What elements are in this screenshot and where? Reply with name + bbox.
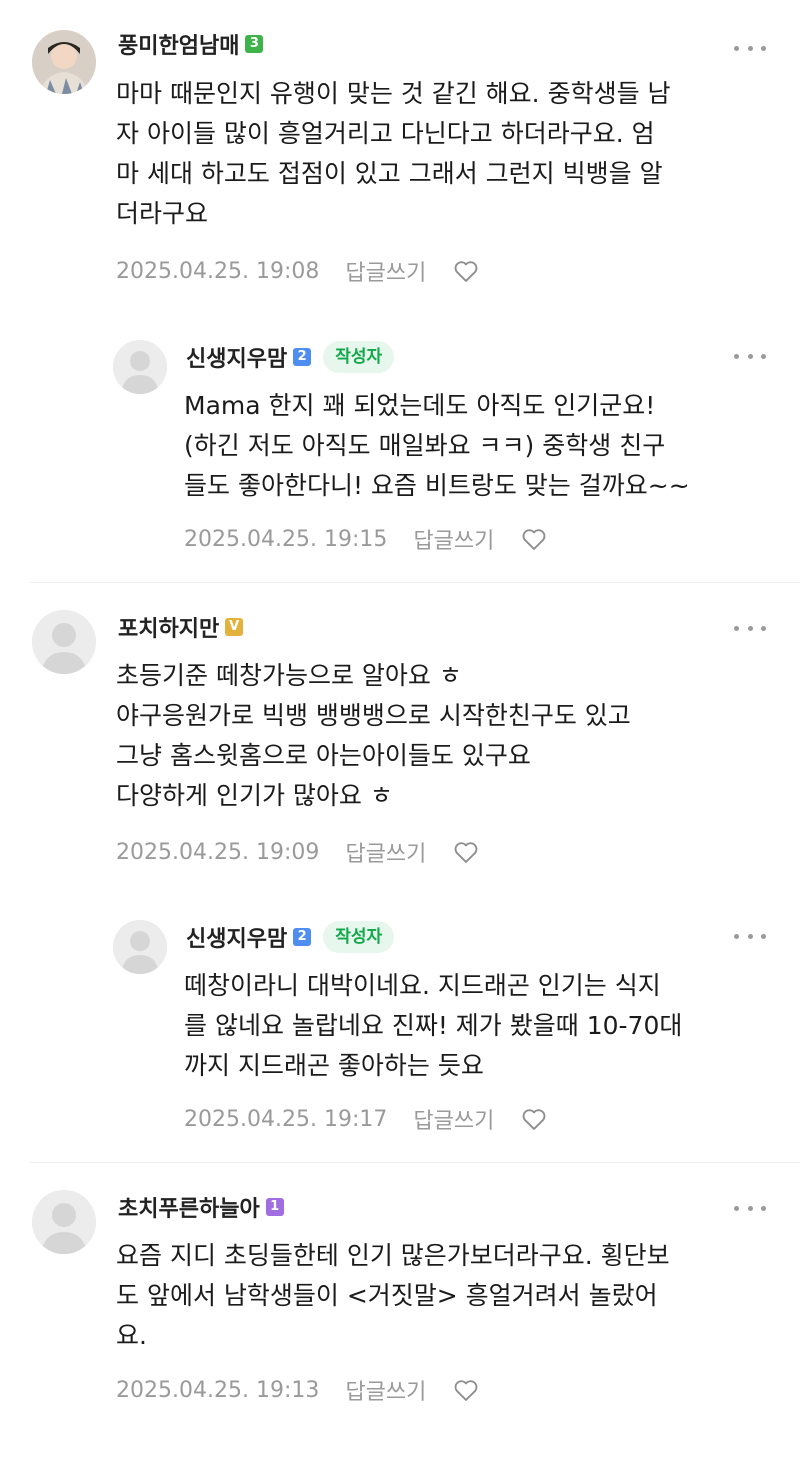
avatar[interactable] [32,1190,96,1254]
nickname[interactable]: 신생지우맘 2 작성자 [186,921,395,953]
like-heart-icon[interactable] [452,257,480,285]
comment-date: 2025.04.25. 19:13 [116,1377,320,1403]
comment-text: 떼창이라니 대박이네요. 지드래곤 인기는 식지 를 않네요 놀랍네요 진짜! … [184,971,683,1080]
comment-meta: 2025.04.25. 19:15 답글쓰기 [184,522,548,556]
comment-date: 2025.04.25. 19:15 [184,526,388,552]
comment-meta: 2025.04.25. 19:08 답글쓰기 [116,254,480,288]
nickname[interactable]: 풍미한엄남매 3 [118,29,264,59]
member-level-badge: 1 [265,1198,284,1216]
reply-button[interactable]: 답글쓰기 [413,523,494,555]
comment-meta: 2025.04.25. 19:13 답글쓰기 [116,1373,480,1407]
member-level-badge: 2 [293,348,312,366]
more-options-icon[interactable] [734,38,766,58]
divider [30,1162,800,1163]
comment-date: 2025.04.25. 19:17 [184,1106,388,1132]
author-badge: 작성자 [323,341,395,373]
comment-meta: 2025.04.25. 19:17 답글쓰기 [184,1102,548,1136]
member-level-badge: V [225,618,244,636]
comment-text: Mama 한지 꽤 되었는데도 아직도 인기군요! (하긴 저도 아직도 매일봐… [184,391,690,500]
avatar[interactable] [113,340,167,394]
nickname[interactable]: 포치하지만 V [118,612,244,642]
default-profile-icon [113,920,167,974]
default-profile-icon [32,610,96,674]
comment-text: 마마 때문인지 유행이 맞는 것 같긴 해요. 중학생들 남 자 아이들 많이 … [116,79,671,228]
like-heart-icon[interactable] [452,1376,480,1404]
comment-date: 2025.04.25. 19:08 [116,258,320,284]
default-profile-icon [32,1190,96,1254]
more-options-icon[interactable] [734,618,766,638]
more-options-icon[interactable] [734,346,766,366]
comment-text: 요즘 지디 초딩들한테 인기 많은가보더라구요. 횡단보 도 앞에서 남학생들이… [116,1241,670,1350]
member-level-badge: 3 [245,35,264,53]
reply-button[interactable]: 답글쓰기 [345,255,426,287]
avatar[interactable] [113,920,167,974]
avatar[interactable] [32,30,96,94]
reply-button[interactable]: 답글쓰기 [345,1374,426,1406]
reply-button[interactable]: 답글쓰기 [345,836,426,868]
comment-text: 초등기준 떼창가능으로 알아요 ㅎ 야구응원가로 빅뱅 뱅뱅뱅으로 시작한친구도… [116,661,631,810]
more-options-icon[interactable] [734,1198,766,1218]
comment-meta: 2025.04.25. 19:09 답글쓰기 [116,835,480,869]
author-badge: 작성자 [323,921,395,953]
like-heart-icon[interactable] [520,1105,548,1133]
nickname[interactable]: 초치푸른하늘아 1 [118,1192,284,1222]
like-heart-icon[interactable] [452,838,480,866]
reply-button[interactable]: 답글쓰기 [413,1103,494,1135]
member-level-badge: 2 [293,928,312,946]
nickname[interactable]: 신생지우맘 2 작성자 [186,341,395,373]
profile-photo-icon [32,30,96,94]
like-heart-icon[interactable] [520,525,548,553]
default-profile-icon [113,340,167,394]
comment-date: 2025.04.25. 19:09 [116,839,320,865]
more-options-icon[interactable] [734,926,766,946]
avatar[interactable] [32,610,96,674]
divider [30,582,800,583]
